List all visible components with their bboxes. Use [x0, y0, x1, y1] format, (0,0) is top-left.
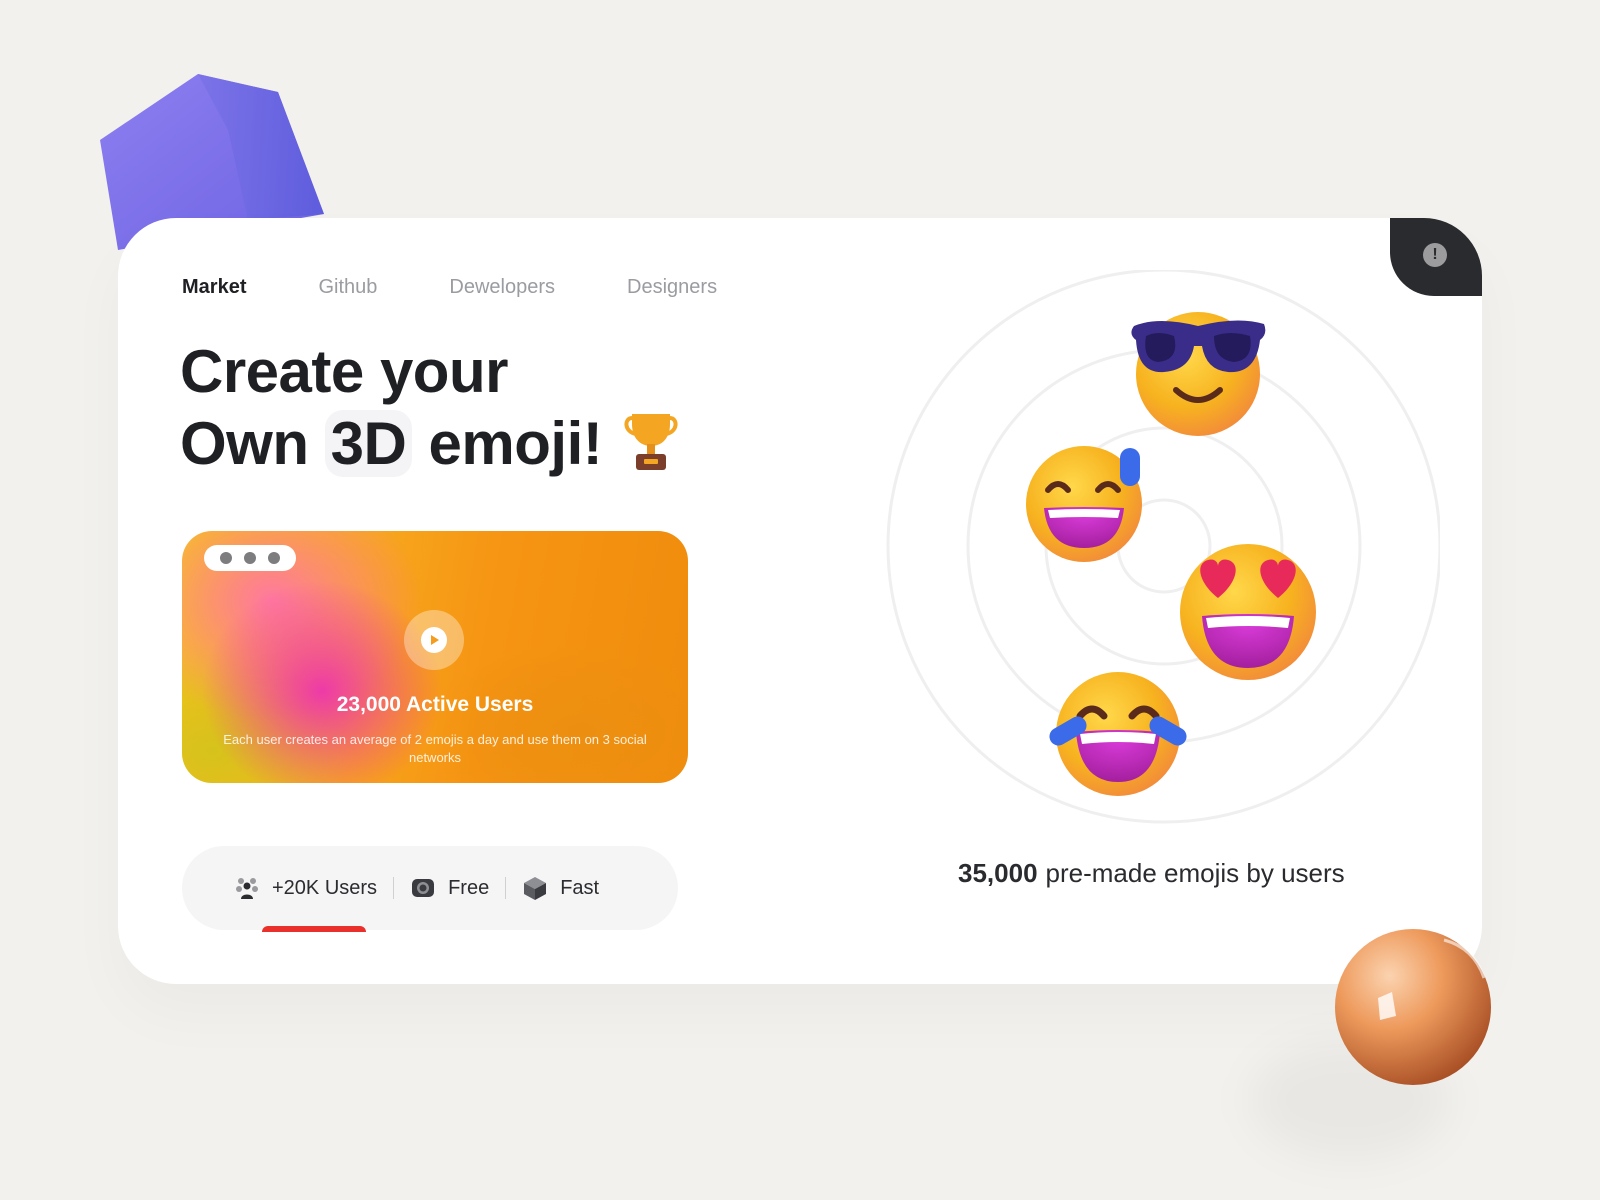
divider: [393, 877, 395, 899]
stat-users-label: +20K Users: [272, 876, 378, 899]
title-emoji: emoji!: [428, 410, 603, 477]
play-icon[interactable]: [220, 552, 232, 564]
title-line-1: Create your: [180, 338, 508, 405]
emoji-radar: [886, 270, 1440, 824]
tab-designers[interactable]: Designers: [627, 276, 717, 299]
stat-fast: Fast: [522, 875, 599, 901]
info-icon: !: [1423, 243, 1447, 267]
title-own: Own: [180, 410, 309, 477]
camera-icon: [412, 879, 435, 897]
users-icon: [236, 878, 258, 899]
video-card[interactable]: 23,000 Active Users Each user creates an…: [182, 531, 688, 783]
title-line-2: Own 3D emoji!: [180, 408, 678, 480]
premade-stat: 35,000 pre-made emojis by users: [958, 858, 1345, 889]
trophy-icon: [624, 414, 678, 470]
stat-free: Free: [410, 875, 489, 901]
heart-eyes-emoji: [1180, 544, 1316, 680]
orange-sphere-decoration: [1335, 929, 1491, 1085]
cube-icon: [524, 877, 547, 900]
play-icon: [421, 627, 447, 653]
active-users-description: Each user creates an average of 2 emojis…: [223, 732, 647, 765]
active-users-title: 23,000 Active Users: [336, 693, 534, 716]
tab-developers[interactable]: Dewelopers: [449, 276, 555, 299]
tab-github[interactable]: Github: [318, 276, 377, 299]
page-title: Create your Own 3D emoji!: [180, 336, 678, 480]
tears-of-joy-emoji: [1049, 672, 1187, 796]
sunglasses-emoji: [1131, 312, 1266, 436]
nav-tabs: Market Github Dewelopers Designers: [182, 276, 717, 299]
premade-count: 35,000: [958, 858, 1038, 888]
grid-icon[interactable]: [244, 552, 256, 564]
video-toolbar: [204, 545, 296, 571]
info-icon[interactable]: [268, 552, 280, 564]
stat-fast-label: Fast: [560, 876, 600, 899]
divider: [505, 877, 507, 899]
premade-label: pre-made emojis by users: [1045, 858, 1345, 888]
stat-users: +20K Users: [234, 875, 377, 901]
title-highlight: 3D: [324, 410, 413, 477]
stat-free-label: Free: [448, 876, 490, 899]
tab-market[interactable]: Market: [182, 276, 246, 299]
play-button[interactable]: [404, 610, 464, 670]
active-indicator: [262, 926, 366, 932]
sweat-smile-emoji: [1026, 446, 1142, 562]
stats-bar: +20K Users Free Fast: [182, 846, 678, 932]
